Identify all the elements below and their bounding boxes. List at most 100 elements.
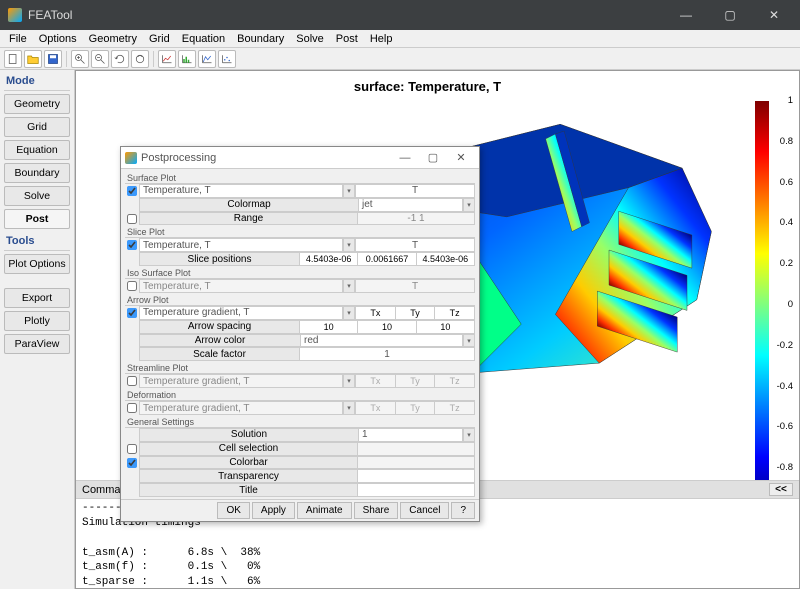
sidebar-tools-label: Tools bbox=[4, 232, 70, 251]
stream-expr-caret[interactable]: ▾ bbox=[343, 374, 355, 388]
arrow-expr-caret[interactable]: ▾ bbox=[343, 306, 355, 320]
menu-options[interactable]: Options bbox=[34, 32, 82, 46]
dialog-icon bbox=[125, 152, 137, 164]
tool-new[interactable] bbox=[4, 50, 22, 68]
menu-file[interactable]: File bbox=[4, 32, 32, 46]
iso-enable-check[interactable] bbox=[127, 281, 137, 291]
dialog-title: Postprocessing bbox=[141, 152, 216, 164]
dialog-titlebar[interactable]: Postprocessing — ▢ ✕ bbox=[121, 147, 479, 169]
section-deform: Deformation bbox=[125, 389, 475, 401]
dialog-cancel[interactable]: Cancel bbox=[400, 502, 449, 519]
slice-comp[interactable]: T bbox=[355, 238, 475, 252]
menu-boundary[interactable]: Boundary bbox=[232, 32, 289, 46]
arrow-comps: TxTyTz bbox=[355, 306, 475, 320]
sidebar-geometry[interactable]: Geometry bbox=[4, 94, 70, 114]
sidebar-solve[interactable]: Solve bbox=[4, 186, 70, 206]
window-close[interactable]: ✕ bbox=[752, 0, 796, 30]
sidebar-post[interactable]: Post bbox=[4, 209, 70, 229]
tool-save[interactable] bbox=[44, 50, 62, 68]
tool-open[interactable] bbox=[24, 50, 42, 68]
arrow-color-caret[interactable]: ▾ bbox=[463, 334, 475, 348]
sidebar-boundary[interactable]: Boundary bbox=[4, 163, 70, 183]
sidebar-paraview[interactable]: ParaView bbox=[4, 334, 70, 354]
tool-reset[interactable] bbox=[131, 50, 149, 68]
range-value[interactable]: -1 1 bbox=[357, 212, 475, 226]
transparency-value[interactable] bbox=[357, 469, 475, 483]
cell-enable-check[interactable] bbox=[127, 444, 137, 454]
colormap-value[interactable]: jet bbox=[358, 198, 463, 212]
dialog-minimize[interactable]: — bbox=[391, 149, 419, 167]
tool-plot1[interactable] bbox=[158, 50, 176, 68]
sidebar-export[interactable]: Export bbox=[4, 288, 70, 308]
sidebar-plotly[interactable]: Plotly bbox=[4, 311, 70, 331]
tool-plot2[interactable] bbox=[178, 50, 196, 68]
arrow-enable-check[interactable] bbox=[127, 308, 137, 318]
menu-bar: File Options Geometry Grid Equation Boun… bbox=[0, 30, 800, 48]
stream-comps: TxTyTz bbox=[355, 374, 475, 388]
command-collapse[interactable]: << bbox=[769, 483, 793, 496]
solution-value[interactable]: 1 bbox=[358, 428, 463, 442]
postprocessing-dialog: Postprocessing — ▢ ✕ Surface Plot Temper… bbox=[120, 146, 480, 522]
dialog-share[interactable]: Share bbox=[354, 502, 399, 519]
surface-expr-caret[interactable]: ▾ bbox=[343, 184, 355, 198]
dialog-animate[interactable]: Animate bbox=[297, 502, 352, 519]
canvas-title: surface: Temperature, T bbox=[76, 79, 779, 94]
range-enable-check[interactable] bbox=[127, 214, 137, 224]
menu-post[interactable]: Post bbox=[331, 32, 363, 46]
stream-expr[interactable]: Temperature gradient, T bbox=[139, 374, 343, 388]
colormap-label: Colormap bbox=[139, 198, 358, 212]
deform-expr-caret[interactable]: ▾ bbox=[343, 401, 355, 415]
sidebar-plot-options[interactable]: Plot Options bbox=[4, 254, 70, 274]
arrow-color-value[interactable]: red bbox=[300, 334, 463, 348]
tool-zoom-in[interactable] bbox=[71, 50, 89, 68]
title-value[interactable] bbox=[357, 483, 475, 497]
app-title: FEATool bbox=[28, 8, 664, 22]
window-titlebar: FEATool — ▢ ✕ bbox=[0, 0, 800, 30]
menu-solve[interactable]: Solve bbox=[291, 32, 329, 46]
surface-comp[interactable]: T bbox=[355, 184, 475, 198]
iso-expr-caret[interactable]: ▾ bbox=[343, 279, 355, 293]
menu-help[interactable]: Help bbox=[365, 32, 398, 46]
arrow-expr[interactable]: Temperature gradient, T bbox=[139, 306, 343, 320]
window-maximize[interactable]: ▢ bbox=[708, 0, 752, 30]
arrow-spacing-values[interactable]: 101010 bbox=[299, 320, 475, 334]
dialog-close[interactable]: ✕ bbox=[447, 149, 475, 167]
surface-enable-check[interactable] bbox=[127, 186, 137, 196]
window-minimize[interactable]: — bbox=[664, 0, 708, 30]
arrow-spacing-label: Arrow spacing bbox=[139, 320, 299, 334]
colormap-caret[interactable]: ▾ bbox=[463, 198, 475, 212]
tool-rotate[interactable] bbox=[111, 50, 129, 68]
menu-geometry[interactable]: Geometry bbox=[84, 32, 142, 46]
colorbar-enable-check[interactable] bbox=[127, 458, 137, 468]
tool-zoom-out[interactable] bbox=[91, 50, 109, 68]
dialog-maximize[interactable]: ▢ bbox=[419, 149, 447, 167]
section-arrow: Arrow Plot bbox=[125, 294, 475, 306]
slice-expr[interactable]: Temperature, T bbox=[139, 238, 343, 252]
iso-expr[interactable]: Temperature, T bbox=[139, 279, 343, 293]
solution-caret[interactable]: ▾ bbox=[463, 428, 475, 442]
deform-expr[interactable]: Temperature gradient, T bbox=[139, 401, 343, 415]
iso-comp: T bbox=[355, 279, 475, 293]
arrow-scale-label: Scale factor bbox=[139, 347, 299, 361]
surface-expr[interactable]: Temperature, T bbox=[139, 184, 343, 198]
slice-enable-check[interactable] bbox=[127, 240, 137, 250]
slice-expr-caret[interactable]: ▾ bbox=[343, 238, 355, 252]
dialog-help[interactable]: ? bbox=[451, 502, 475, 519]
sidebar-grid[interactable]: Grid bbox=[4, 117, 70, 137]
colorbar-label: Colorbar bbox=[139, 456, 357, 470]
dialog-apply[interactable]: Apply bbox=[252, 502, 295, 519]
cell-label: Cell selection bbox=[139, 442, 357, 456]
tool-plot3[interactable] bbox=[198, 50, 216, 68]
range-label: Range bbox=[139, 212, 357, 226]
menu-grid[interactable]: Grid bbox=[144, 32, 175, 46]
sidebar-equation[interactable]: Equation bbox=[4, 140, 70, 160]
toolbar bbox=[0, 48, 800, 70]
stream-enable-check[interactable] bbox=[127, 376, 137, 386]
dialog-ok[interactable]: OK bbox=[217, 502, 249, 519]
menu-equation[interactable]: Equation bbox=[177, 32, 230, 46]
deform-enable-check[interactable] bbox=[127, 403, 137, 413]
section-general: General Settings bbox=[125, 416, 475, 428]
tool-plot4[interactable] bbox=[218, 50, 236, 68]
slice-pos-values[interactable]: 4.5403e-060.00616674.5403e-06 bbox=[299, 252, 475, 266]
arrow-scale-value[interactable]: 1 bbox=[299, 347, 475, 361]
